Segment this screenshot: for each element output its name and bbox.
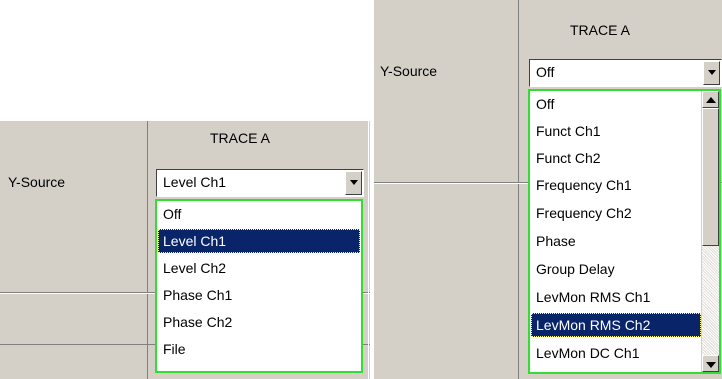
right-dropdown-button[interactable] [703,61,720,85]
right-y-source-combobox[interactable]: Off [529,59,722,87]
right-option-item[interactable]: Group Delay [531,257,701,281]
left-option-item[interactable]: Phase Ch2 [158,310,360,334]
scroll-up-button[interactable] [702,91,719,108]
scroll-down-button[interactable] [702,355,719,372]
right-option-item[interactable]: Funct Ch1 [531,119,701,143]
left-trace-title: TRACE A [210,130,270,146]
chevron-up-icon [706,97,716,103]
scrollbar-track[interactable] [702,246,719,355]
right-list-scrollbar[interactable] [701,91,719,372]
right-y-source-value: Off [536,64,555,80]
chevron-down-icon [708,70,716,75]
right-y-source-label: Y-Source [380,63,438,79]
left-y-source-label: Y-Source [8,174,66,190]
right-option-item[interactable]: LevMon DC Ch1 [531,341,701,365]
right-option-item-selected[interactable]: LevMon RMS Ch2 [531,313,701,337]
right-option-item[interactable]: Phase [531,229,701,253]
left-option-item[interactable]: File [158,337,360,361]
left-dropdown-button[interactable] [345,171,362,195]
right-option-item[interactable]: Funct Ch2 [531,146,701,170]
scrollbar-thumb[interactable] [702,108,719,246]
right-trace-title: TRACE A [570,22,630,38]
chevron-down-icon [350,180,358,185]
right-option-item[interactable]: Off [531,92,701,116]
chevron-down-icon [706,362,716,368]
left-option-item-selected[interactable]: Level Ch1 [158,229,360,253]
left-y-source-value: Level Ch1 [163,174,227,190]
left-option-item[interactable]: Off [158,202,360,226]
right-column-divider [518,0,519,379]
left-column-divider [147,121,148,379]
left-y-source-combobox[interactable]: Level Ch1 [156,169,364,197]
right-option-item[interactable]: LevMon RMS Ch1 [531,285,701,309]
left-y-source-dropdown-list: Off Level Ch1 Level Ch2 Phase Ch1 Phase … [155,199,363,373]
left-option-item[interactable]: Level Ch2 [158,256,360,280]
right-option-item[interactable]: Frequency Ch2 [531,201,701,225]
right-y-source-dropdown-list: Off Funct Ch1 Funct Ch2 Frequency Ch1 Fr… [528,89,721,374]
right-option-item[interactable]: Frequency Ch1 [531,173,701,197]
left-option-item[interactable]: Phase Ch1 [158,283,360,307]
